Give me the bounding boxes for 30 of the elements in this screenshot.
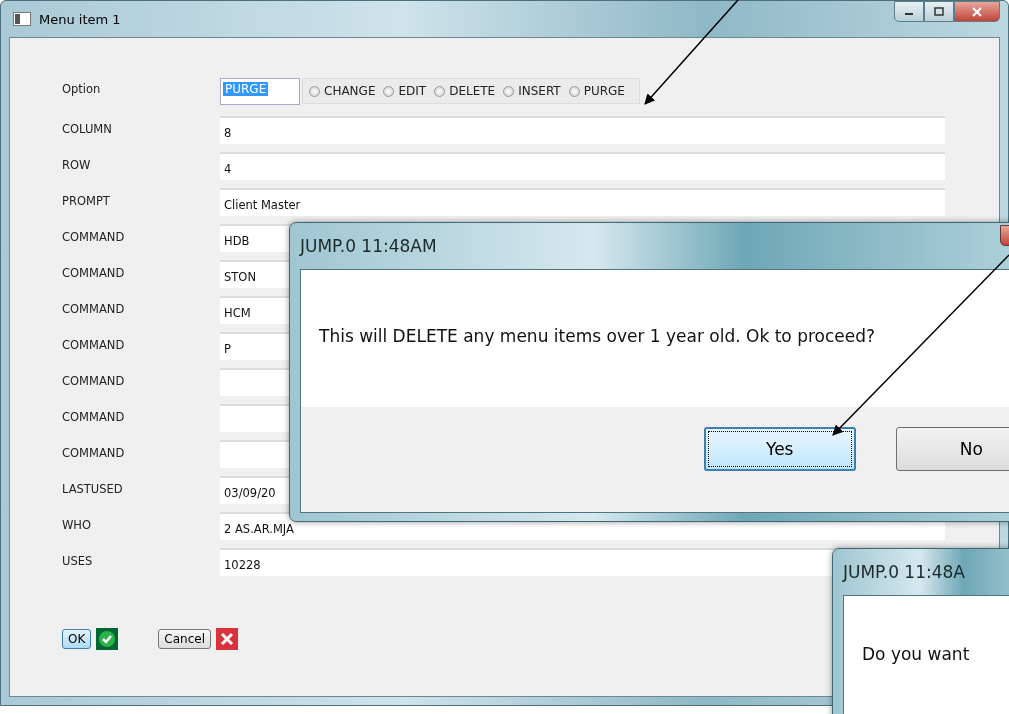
field-label: PROMPT — [62, 193, 111, 208]
window-title: Menu item 1 — [39, 11, 121, 27]
dialog-title: JUMP.0 11:48AM — [300, 236, 437, 256]
field-label: COMMAND — [62, 445, 126, 460]
field-label: USES — [62, 553, 94, 568]
field-label: COMMAND — [62, 409, 126, 424]
field-label: COMMAND — [62, 337, 126, 352]
input-field[interactable]: Client Master — [220, 188, 945, 216]
input-field[interactable]: 8 — [220, 116, 945, 144]
radio-label[interactable]: PURGE — [583, 84, 625, 98]
radio-label[interactable]: DELETE — [449, 84, 496, 98]
radio-label[interactable]: EDIT — [398, 84, 427, 98]
ok-button[interactable]: OK — [62, 629, 92, 649]
dialog-button[interactable]: No — [895, 427, 1009, 471]
field-label: COMMAND — [62, 229, 126, 244]
field-label: COLUMN — [62, 121, 113, 136]
cancel-button[interactable]: Cancel — [158, 629, 211, 649]
dialog-message: Do you want — [862, 644, 970, 664]
field-label: COMMAND — [62, 373, 126, 388]
input-field[interactable]: 4 — [220, 152, 945, 180]
field-label: COMMAND — [62, 301, 126, 316]
field-label: WHO — [62, 517, 93, 532]
field-label: ROW — [62, 157, 92, 172]
radio-label[interactable]: CHANGE — [324, 84, 376, 98]
field-label: Option — [62, 81, 102, 96]
radio-label[interactable]: INSERT — [518, 84, 561, 98]
dialog-message: This will DELETE any menu items over 1 year old. Ok to proceed? — [319, 326, 876, 346]
field-label: LASTUSED — [62, 481, 124, 496]
field-label: COMMAND — [62, 265, 126, 280]
dialog-button[interactable]: Yes — [704, 427, 856, 471]
